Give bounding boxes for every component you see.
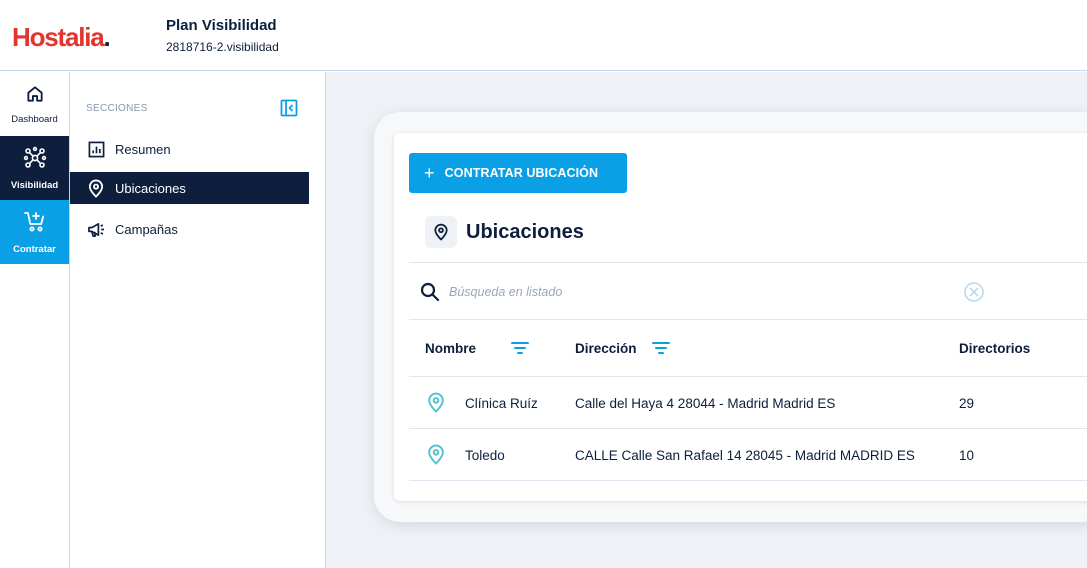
top-header: Hostalia. Plan Visibilidad 2818716-2.vis…: [0, 0, 1087, 71]
cart-plus-icon: [23, 210, 47, 239]
content-frame: + CONTRATAR UBICACIÓN Ubicaciones Búsque…: [374, 112, 1087, 522]
section-item-campanas[interactable]: Campañas: [86, 213, 308, 245]
chart-icon: [86, 139, 106, 159]
nav-item-dashboard[interactable]: Dashboard: [0, 72, 69, 136]
section-item-label: Campañas: [115, 221, 178, 237]
nav-item-contratar[interactable]: Contratar: [0, 200, 69, 264]
sections-heading: SECCIONES: [86, 103, 148, 114]
location-pin-icon: [427, 392, 447, 414]
location-pin-icon: [86, 178, 106, 198]
cell-directorios: 10: [959, 447, 975, 463]
cell-nombre: Clínica Ruíz: [465, 395, 538, 411]
clear-search-icon[interactable]: [963, 281, 985, 303]
nav-label: Visibilidad: [10, 179, 59, 191]
plan-id: 2818716-2.visibilidad: [166, 40, 279, 54]
table-row[interactable]: Toledo CALLE Calle San Rafael 14 28045 -…: [409, 429, 1087, 481]
nav-item-visibilidad[interactable]: Visibilidad: [0, 136, 69, 200]
section-item-label: Ubicaciones: [115, 180, 186, 196]
location-pin-icon: [427, 444, 447, 466]
filter-icon[interactable]: [651, 338, 671, 358]
button-label: CONTRATAR UBICACIÓN: [444, 166, 599, 180]
locations-card: + CONTRATAR UBICACIÓN Ubicaciones Búsque…: [394, 133, 1087, 501]
section-item-resumen[interactable]: Resumen: [86, 133, 308, 165]
plus-icon: +: [424, 163, 435, 183]
search-icon: [419, 281, 441, 303]
column-header-nombre[interactable]: Nombre: [425, 320, 476, 377]
table-header: Nombre Dirección Directorios: [409, 320, 1087, 377]
filter-icon[interactable]: [510, 338, 530, 358]
plan-title: Plan Visibilidad: [166, 17, 277, 34]
main-nav: Dashboard Visibilidad Contratar: [0, 72, 70, 568]
table-row[interactable]: Clínica Ruíz Calle del Haya 4 28044 - Ma…: [409, 377, 1087, 429]
contratar-ubicacion-button[interactable]: + CONTRATAR UBICACIÓN: [409, 153, 627, 193]
cell-nombre: Toledo: [465, 447, 505, 463]
search-bar: [409, 262, 1087, 320]
section-item-ubicaciones[interactable]: Ubicaciones: [70, 172, 309, 204]
megaphone-icon: [86, 219, 106, 239]
cell-direccion: CALLE Calle San Rafael 14 28045 - Madrid…: [575, 447, 915, 463]
location-pin-icon: [425, 216, 457, 248]
card-title: Ubicaciones: [425, 216, 584, 248]
nav-label: Contratar: [13, 243, 56, 255]
hostalia-logo[interactable]: Hostalia.: [12, 22, 111, 53]
network-icon: [23, 146, 47, 175]
main-content: + CONTRATAR UBICACIÓN Ubicaciones Búsque…: [326, 72, 1087, 568]
page-title: Ubicaciones: [466, 220, 584, 243]
cell-direccion: Calle del Haya 4 28044 - Madrid Madrid E…: [575, 395, 836, 411]
column-header-direccion[interactable]: Dirección: [575, 320, 637, 377]
search-input[interactable]: [449, 281, 909, 303]
column-header-directorios[interactable]: Directorios: [959, 320, 1030, 377]
home-icon: [25, 84, 45, 109]
cell-directorios: 29: [959, 395, 975, 411]
sections-panel: SECCIONES Resumen Ubicaciones Campañas: [70, 72, 326, 568]
section-item-label: Resumen: [115, 141, 171, 157]
collapse-panel-icon[interactable]: [280, 99, 298, 117]
nav-label: Dashboard: [11, 113, 58, 125]
